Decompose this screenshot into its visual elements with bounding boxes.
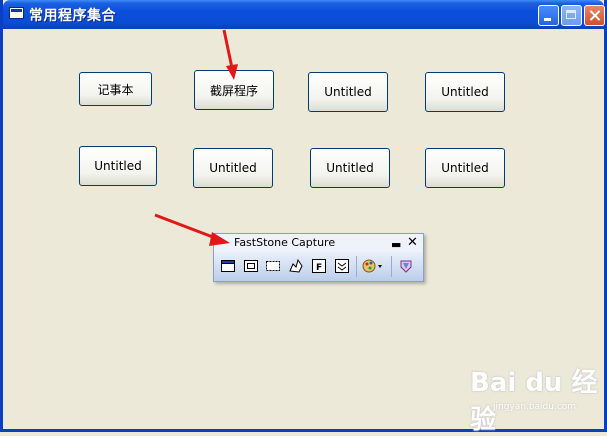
- arrow-to-faststone: [154, 213, 230, 246]
- baidu-watermark: Bai du 经验: [470, 368, 598, 435]
- baidu-watermark-url: jingyan.baidu.com: [493, 402, 577, 412]
- arrow-to-screenshot-button: [222, 29, 238, 80]
